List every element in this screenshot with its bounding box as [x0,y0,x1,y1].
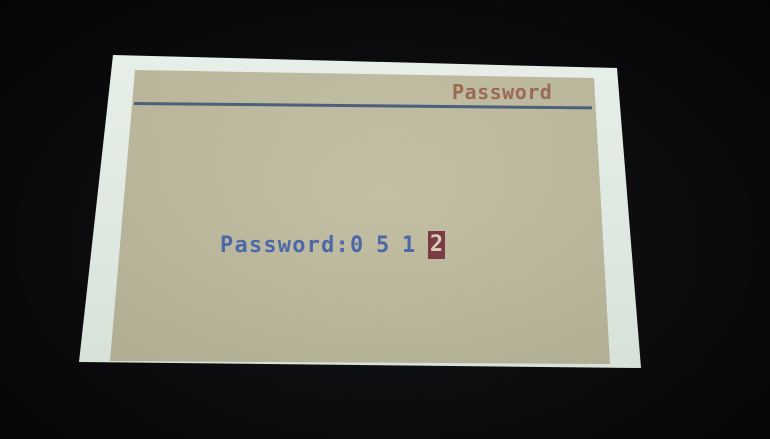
device-photo: Password Password: 0 5 1 2 [0,0,770,439]
password-digits[interactable]: 0 5 1 2 [350,231,446,259]
password-digit-1[interactable]: 0 [350,233,363,258]
password-digit-3[interactable]: 1 [402,233,415,258]
password-label: Password: [220,232,351,258]
password-digit-4-selected[interactable]: 2 [428,231,446,259]
screen-title: Password [452,80,553,104]
password-entry[interactable]: Password: 0 5 1 2 [220,230,446,260]
password-digit-2[interactable]: 5 [376,233,389,258]
